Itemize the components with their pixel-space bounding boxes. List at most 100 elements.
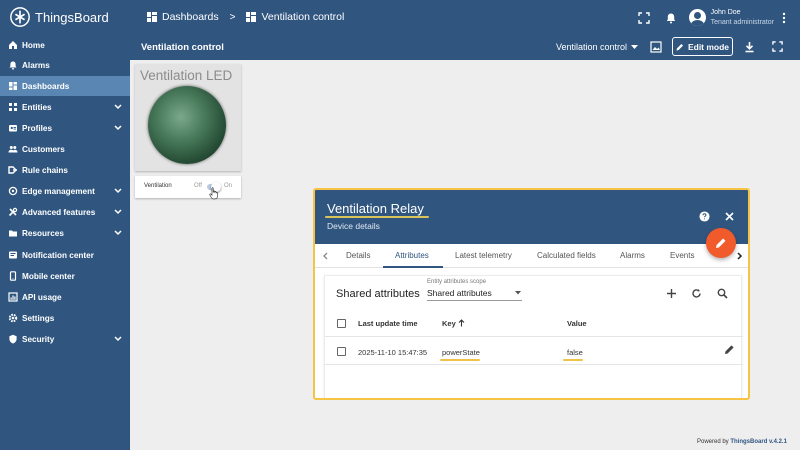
sidebar-item-customers[interactable]: Customers xyxy=(0,139,130,159)
edit-fab-button[interactable] xyxy=(706,228,736,258)
hand-cursor-icon xyxy=(209,187,218,200)
scope-label: Entity attributes scope xyxy=(427,279,487,285)
led-indicator-widget: Ventilation LED xyxy=(135,64,241,171)
user-info[interactable]: John Doe Tenant administrator xyxy=(711,8,774,28)
breadcrumb: Dashboards > Ventilation control xyxy=(147,11,344,23)
sidebar-item-alarms[interactable]: Alarms xyxy=(0,55,130,75)
user-role: Tenant administrator xyxy=(710,18,774,26)
add-icon[interactable] xyxy=(666,288,677,299)
tab-latest-telemetry[interactable]: Latest telemetry xyxy=(455,251,512,260)
sidebar-item-rule-chains[interactable]: Rule chains xyxy=(0,160,130,180)
more-vert-icon[interactable] xyxy=(782,12,786,24)
sidebar-item-label: Alarms xyxy=(22,61,50,70)
row-checkbox[interactable] xyxy=(337,347,346,356)
sidebar-item-label: Notification center xyxy=(22,251,94,260)
help-icon[interactable] xyxy=(699,211,710,222)
switch-off-label: Off xyxy=(194,183,202,189)
sidebar-item-home[interactable]: Home xyxy=(0,35,130,55)
sidebar-item-label: Resources xyxy=(22,229,64,238)
edit-mode-button[interactable]: Edit mode xyxy=(672,37,733,56)
dialog-tabs: Details Attributes Latest telemetry Calc… xyxy=(315,244,748,268)
mobile-icon xyxy=(9,271,17,281)
column-header-time[interactable]: Last update time xyxy=(358,319,418,328)
cell-key: powerState xyxy=(442,348,480,357)
powered-by-brand: ThingsBoard v.4.2.1 xyxy=(730,439,787,445)
dialog-title: Ventilation Relay xyxy=(327,201,424,216)
breadcrumb-dashboards-link[interactable]: Dashboards xyxy=(162,11,219,23)
edit-pencil-icon[interactable] xyxy=(724,344,735,355)
fullscreen-icon[interactable] xyxy=(637,11,650,24)
sidebar-item-label: Security xyxy=(22,335,55,344)
image-export-icon[interactable] xyxy=(650,41,662,53)
led-bulb xyxy=(148,86,226,164)
chevron-down-icon xyxy=(114,336,122,342)
dashboards-icon xyxy=(147,12,157,22)
notifications-bell-icon[interactable] xyxy=(665,12,677,24)
cell-last-update-time: 2025-11-10 15:47:35 xyxy=(358,348,428,357)
dashboards-icon xyxy=(246,12,257,22)
chevron-down-icon xyxy=(114,104,122,110)
sidebar-item-resources[interactable]: Resources xyxy=(0,223,130,243)
breadcrumb-separator: > xyxy=(229,11,236,23)
close-icon[interactable] xyxy=(725,212,734,221)
user-name: John Doe xyxy=(710,8,741,16)
home-icon xyxy=(9,41,17,49)
title-highlight xyxy=(325,216,429,218)
notification-icon xyxy=(9,251,17,259)
chevron-left-icon[interactable] xyxy=(322,252,328,260)
sidebar: Home Alarms Dashboards Entities Profiles… xyxy=(0,35,130,450)
tab-calculated-fields[interactable]: Calculated fields xyxy=(537,251,596,260)
tab-alarms[interactable]: Alarms xyxy=(620,251,645,260)
tab-details[interactable]: Details xyxy=(346,251,370,260)
column-header-key[interactable]: Key xyxy=(442,319,456,328)
download-icon[interactable] xyxy=(744,41,755,53)
switch-on-label: On xyxy=(224,183,233,189)
alarm-icon xyxy=(9,61,17,70)
search-icon[interactable] xyxy=(717,288,728,299)
dialog-subtitle: Device details xyxy=(327,221,380,231)
sidebar-item-dashboards[interactable]: Dashboards xyxy=(0,76,130,96)
chevron-right-icon[interactable] xyxy=(737,252,743,260)
avatar[interactable] xyxy=(688,9,706,26)
pencil-icon xyxy=(716,238,726,248)
sort-arrow-up-icon xyxy=(458,319,465,327)
sidebar-item-settings[interactable]: Settings xyxy=(0,308,130,328)
tab-attributes[interactable]: Attributes xyxy=(395,251,429,260)
select-all-checkbox[interactable] xyxy=(337,319,346,328)
dialog-header: Ventilation Relay Device details xyxy=(315,190,748,244)
sidebar-item-notification-center[interactable]: Notification center xyxy=(0,245,130,265)
pencil-icon xyxy=(676,43,683,50)
chevron-down-icon xyxy=(114,188,122,194)
customers-icon xyxy=(8,146,18,153)
sidebar-item-edge-management[interactable]: Edge management xyxy=(0,181,130,201)
caret-down-icon xyxy=(631,44,639,49)
sidebar-item-profiles[interactable]: Profiles xyxy=(0,118,130,138)
sidebar-item-advanced-features[interactable]: Advanced features xyxy=(0,202,130,222)
attributes-panel: Shared attributes Entity attributes scop… xyxy=(324,275,743,398)
sidebar-item-security[interactable]: Security xyxy=(0,329,130,349)
tab-events[interactable]: Events xyxy=(670,251,694,260)
sidebar-item-mobile-center[interactable]: Mobile center xyxy=(0,266,130,286)
fullscreen-icon[interactable] xyxy=(772,41,783,52)
attributes-title: Shared attributes xyxy=(336,288,420,300)
column-header-value[interactable]: Value xyxy=(567,319,587,328)
header-divider xyxy=(325,336,743,337)
chevron-down-icon xyxy=(114,230,122,236)
sidebar-item-label: Profiles xyxy=(22,124,53,133)
app-logo[interactable]: ThingsBoard xyxy=(9,6,109,28)
cell-value: false xyxy=(567,348,583,357)
caret-down-icon xyxy=(515,291,521,295)
folder-icon xyxy=(9,230,17,237)
dashboard-state-select[interactable]: Ventilation control xyxy=(556,42,639,52)
ventilation-switch-widget: Ventilation Off On xyxy=(135,176,241,198)
sidebar-item-label: Mobile center xyxy=(22,272,75,281)
entities-icon xyxy=(9,103,17,111)
powered-by-footer[interactable]: Powered by ThingsBoard v.4.2.1 xyxy=(697,439,787,445)
rule-chains-icon xyxy=(8,166,17,174)
refresh-icon[interactable] xyxy=(691,288,702,299)
sidebar-item-api-usage[interactable]: API usage xyxy=(0,287,130,307)
row-divider xyxy=(325,364,743,365)
edit-mode-label: Edit mode xyxy=(687,41,730,52)
sidebar-item-entities[interactable]: Entities xyxy=(0,97,130,117)
breadcrumb-current: Ventilation control xyxy=(261,11,345,23)
